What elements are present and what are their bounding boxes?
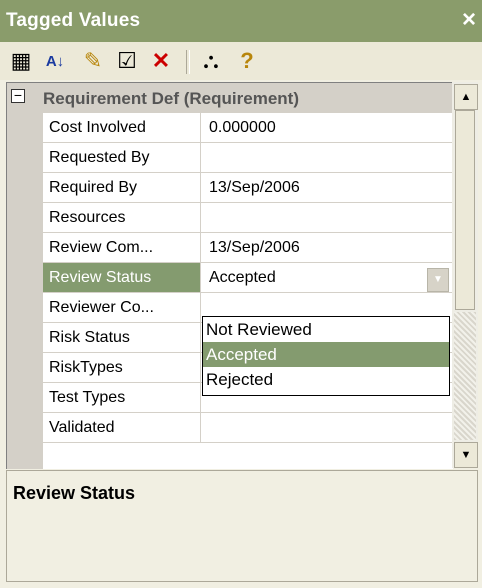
property-name: Reviewer Co... xyxy=(43,293,201,322)
grid-row[interactable]: Validated xyxy=(43,413,453,443)
title-bar: Tagged Values × xyxy=(0,0,482,42)
toolbar-separator xyxy=(186,50,190,74)
category-row[interactable]: − Requirement Def (Requirement) xyxy=(7,83,453,113)
dropdown-option[interactable]: Rejected xyxy=(203,367,449,392)
delete-icon[interactable]: ✕ xyxy=(146,46,176,76)
property-value[interactable] xyxy=(203,413,209,442)
grid-row[interactable]: Requested By xyxy=(43,143,453,173)
grid-row-selected[interactable]: Review Status Accepted ▼ xyxy=(43,263,453,293)
dropdown-option[interactable]: Not Reviewed xyxy=(203,317,449,342)
property-value[interactable]: 13/Sep/2006 xyxy=(203,173,300,202)
grid-gutter xyxy=(7,113,43,469)
property-name: Requested By xyxy=(43,143,201,172)
property-name: Cost Involved xyxy=(43,113,201,142)
property-name: Review Status xyxy=(43,263,201,292)
property-name: Test Types xyxy=(43,383,201,412)
dropdown-option-selected[interactable]: Accepted xyxy=(203,342,449,367)
grid-row[interactable]: Resources xyxy=(43,203,453,233)
review-status-dropdown-list: Not Reviewed Accepted Rejected xyxy=(202,316,450,396)
property-grid: − Requirement Def (Requirement) Cost Inv… xyxy=(6,82,453,469)
description-title: Review Status xyxy=(13,483,136,503)
property-name: Review Com... xyxy=(43,233,201,262)
property-value[interactable]: 0.000000 xyxy=(203,113,276,142)
window-title: Tagged Values xyxy=(6,10,141,31)
property-value[interactable]: 13/Sep/2006 xyxy=(203,233,300,262)
property-name: Resources xyxy=(43,203,201,232)
scrollbar-track[interactable] xyxy=(454,312,476,440)
help-icon[interactable]: ? xyxy=(232,46,262,76)
grid-row[interactable]: Cost Involved 0.000000 xyxy=(43,113,453,143)
property-name: RiskTypes xyxy=(43,353,201,382)
scroll-up-icon[interactable]: ▲ xyxy=(454,84,478,110)
scroll-down-icon[interactable]: ▼ xyxy=(454,442,478,468)
chevron-down-icon[interactable]: ▼ xyxy=(427,268,449,292)
sort-alphabetical-icon[interactable]: A↓ xyxy=(40,46,70,76)
property-name: Required By xyxy=(43,173,201,202)
scrollbar-thumb[interactable] xyxy=(455,110,475,310)
inherited-tags-icon[interactable]: ⛬ xyxy=(196,46,226,76)
property-name: Risk Status xyxy=(43,323,201,352)
close-icon[interactable]: × xyxy=(462,6,476,34)
property-value[interactable] xyxy=(203,143,209,172)
category-label: Requirement Def (Requirement) xyxy=(43,89,299,108)
grid-row[interactable]: Review Com... 13/Sep/2006 xyxy=(43,233,453,263)
categorized-view-icon[interactable]: ▦ xyxy=(6,46,36,76)
review-status-select[interactable]: Accepted xyxy=(203,263,276,292)
vertical-scrollbar[interactable]: ▲ ▼ xyxy=(452,82,478,468)
grid-row[interactable]: Required By 13/Sep/2006 xyxy=(43,173,453,203)
collapse-icon[interactable]: − xyxy=(11,88,25,103)
description-panel: Review Status xyxy=(6,470,478,582)
property-name: Validated xyxy=(43,413,201,442)
new-tag-icon[interactable]: ✎ xyxy=(78,46,108,76)
toolbar: ▦ A↓ ✎ ☑ ✕ ⛬ ? xyxy=(0,42,482,80)
property-value[interactable] xyxy=(203,203,209,232)
properties-icon[interactable]: ☑ xyxy=(112,46,142,76)
